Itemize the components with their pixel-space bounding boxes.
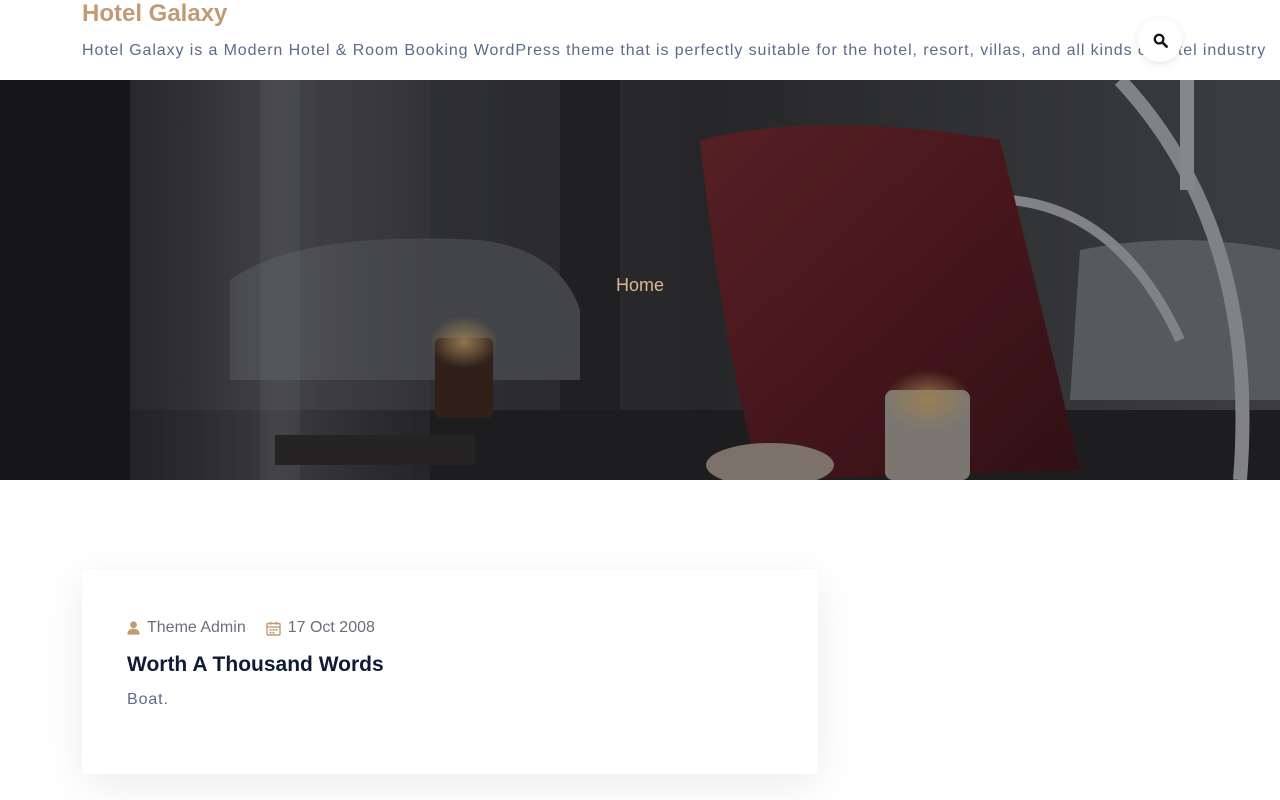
page-banner: Home xyxy=(0,80,1280,480)
search-button[interactable] xyxy=(1138,18,1182,62)
site-header: Hotel Galaxy Hotel Galaxy is a Modern Ho… xyxy=(0,0,1280,80)
search-icon xyxy=(1153,33,1168,48)
post-date[interactable]: 17 Oct 2008 xyxy=(266,618,375,638)
post-excerpt: Boat. xyxy=(127,691,169,708)
site-tagline: Hotel Galaxy is a Modern Hotel & Room Bo… xyxy=(82,42,1267,59)
post-meta: Theme Admin 17 Oct 2008 xyxy=(127,618,375,638)
site-title[interactable]: Hotel Galaxy xyxy=(82,0,227,28)
post-card: Theme Admin 17 Oct 2008 Worth A Thousand… xyxy=(82,570,818,774)
calendar-icon xyxy=(266,621,281,636)
user-icon xyxy=(127,621,140,635)
post-author-name: Theme Admin xyxy=(147,619,246,636)
post-author[interactable]: Theme Admin xyxy=(127,618,246,638)
breadcrumb: Home xyxy=(0,274,1280,296)
post-date-text: 17 Oct 2008 xyxy=(287,619,375,636)
post-title[interactable]: Worth A Thousand Words xyxy=(127,652,384,678)
breadcrumb-home-link[interactable]: Home xyxy=(616,275,664,295)
